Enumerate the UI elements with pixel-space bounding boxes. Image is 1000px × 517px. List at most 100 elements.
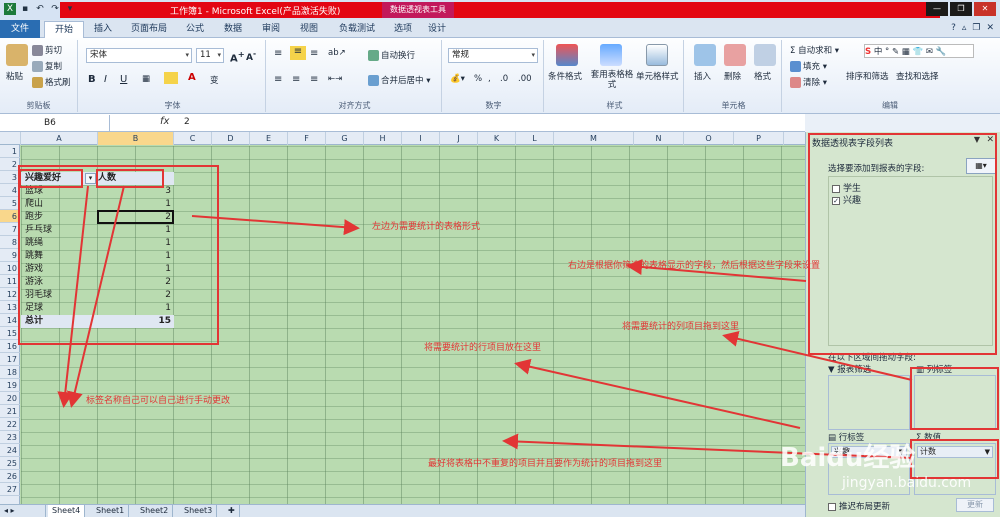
tab-design[interactable]: 设计: [422, 21, 452, 38]
merge-center-button[interactable]: 合并后居中 ▾: [368, 74, 430, 86]
pane-close-icon[interactable]: ✕: [986, 135, 994, 145]
clear-button[interactable]: 清除 ▾: [790, 76, 827, 88]
tab-review[interactable]: 审阅: [254, 21, 288, 38]
row-header[interactable]: 3: [0, 171, 20, 184]
insert-cells-button[interactable]: 插入: [694, 70, 711, 82]
font-name-select[interactable]: 宋体 ▾: [86, 48, 192, 63]
font-color-icon[interactable]: A: [188, 72, 196, 83]
value-field-chip[interactable]: 计数 ▼: [917, 446, 993, 458]
column-header[interactable]: C: [174, 132, 212, 145]
format-painter-button[interactable]: 格式刷: [32, 76, 71, 88]
cell-style-icon[interactable]: [646, 44, 668, 66]
tab-formulas[interactable]: 公式: [178, 21, 212, 38]
pivot-row-item[interactable]: 爬山: [21, 198, 98, 211]
maximize-icon[interactable]: ❐: [950, 2, 972, 16]
decrease-decimal-icon[interactable]: .00: [518, 74, 532, 84]
select-all-corner[interactable]: [0, 132, 21, 145]
column-header[interactable]: P: [734, 132, 784, 145]
row-header[interactable]: 18: [0, 366, 20, 379]
tab-home[interactable]: 开始: [44, 21, 84, 38]
font-size-select[interactable]: 11 ▾: [196, 48, 224, 63]
name-box[interactable]: B6: [0, 115, 110, 131]
tab-insert[interactable]: 插入: [86, 21, 120, 38]
sheet-tab[interactable]: Sheet4: [48, 505, 86, 517]
pivot-row-item[interactable]: 跳舞: [21, 250, 98, 263]
column-header[interactable]: E: [250, 132, 288, 145]
border-icon[interactable]: ▦: [142, 74, 150, 84]
pivot-filter-dropdown-icon[interactable]: ▾: [85, 173, 96, 184]
pivot-row-value[interactable]: 1: [98, 237, 174, 250]
row-header[interactable]: 26: [0, 470, 20, 483]
phonetic-icon[interactable]: 变: [210, 74, 219, 86]
tab-options[interactable]: 选项: [388, 21, 418, 38]
pivot-row-item[interactable]: 游泳: [21, 276, 98, 289]
column-header[interactable]: O: [684, 132, 734, 145]
zone-columns[interactable]: [914, 375, 996, 430]
column-header[interactable]: I: [402, 132, 440, 145]
ribbon-minimize-icon[interactable]: ▵: [962, 23, 967, 33]
orientation-icon[interactable]: ab↗: [328, 48, 346, 58]
format-cells-button[interactable]: 格式: [754, 70, 771, 82]
pivot-grand-total-value[interactable]: 15: [98, 315, 174, 328]
row-header[interactable]: 23: [0, 431, 20, 444]
column-header[interactable]: B: [98, 132, 174, 145]
workbook-close-icon[interactable]: ✕: [986, 23, 994, 33]
increase-decimal-icon[interactable]: .0: [500, 74, 508, 84]
align-top-icon[interactable]: ≡: [274, 48, 282, 59]
column-header[interactable]: H: [364, 132, 402, 145]
sogou-input-toolbar[interactable]: S 中 ° ✎ ▦ 👕 ✉ 🔧: [864, 44, 974, 58]
row-header[interactable]: 15: [0, 327, 20, 340]
checkbox-icon[interactable]: [832, 184, 840, 193]
column-header[interactable]: D: [212, 132, 250, 145]
column-header[interactable]: Q: [784, 132, 805, 145]
redo-icon[interactable]: ↷: [49, 3, 61, 15]
format-cells-icon[interactable]: [754, 44, 776, 66]
row-header[interactable]: 10: [0, 262, 20, 275]
pivot-row-item[interactable]: 游戏: [21, 263, 98, 276]
restore-icon[interactable]: ❐: [972, 23, 980, 33]
number-format-select[interactable]: 常规 ▾: [448, 48, 538, 63]
row-header[interactable]: 12: [0, 288, 20, 301]
pivot-row-value[interactable]: 2: [98, 276, 174, 289]
row-header[interactable]: 4: [0, 184, 20, 197]
tab-file[interactable]: 文件: [0, 20, 40, 38]
delete-cells-button[interactable]: 删除: [724, 70, 741, 82]
column-header[interactable]: G: [326, 132, 364, 145]
row-header[interactable]: 5: [0, 197, 20, 210]
conditional-format-button[interactable]: 条件格式: [548, 70, 582, 82]
help-icon[interactable]: ?: [951, 23, 956, 33]
checkbox-icon[interactable]: [828, 502, 836, 511]
fill-button[interactable]: 填充 ▾: [790, 60, 827, 72]
row-header[interactable]: 7: [0, 223, 20, 236]
cut-button[interactable]: 剪切: [32, 44, 62, 56]
insert-cells-icon[interactable]: [694, 44, 716, 66]
layout-options-button[interactable]: ▦▾: [966, 158, 996, 174]
row-header[interactable]: 14: [0, 314, 20, 327]
pivot-value-header[interactable]: 人数: [98, 172, 174, 185]
row-header[interactable]: 16: [0, 340, 20, 353]
zone-filter[interactable]: [828, 375, 910, 430]
sheet-tab[interactable]: Sheet2: [136, 505, 174, 517]
customize-dropdown-icon[interactable]: ▾: [64, 3, 76, 15]
formula-input[interactable]: 2: [184, 117, 190, 127]
sheet-tab[interactable]: Sheet3: [180, 505, 218, 517]
close-icon[interactable]: ✕: [974, 2, 996, 16]
find-select-button[interactable]: 查找和选择: [896, 70, 939, 82]
tab-page-layout[interactable]: 页面布局: [122, 21, 176, 38]
shrink-font-button[interactable]: A-: [246, 49, 256, 63]
pivot-row-value[interactable]: 1: [98, 302, 174, 315]
table-format-icon[interactable]: [600, 44, 622, 66]
row-header[interactable]: 2: [0, 158, 20, 171]
update-button[interactable]: 更新: [956, 498, 994, 512]
column-header[interactable]: A: [21, 132, 98, 145]
align-right-icon[interactable]: ≡: [310, 74, 318, 85]
pivot-row-item[interactable]: 跳绳: [21, 237, 98, 250]
excel-logo-icon[interactable]: X: [4, 3, 16, 15]
sort-filter-button[interactable]: 排序和筛选: [846, 70, 889, 82]
autosum-button[interactable]: Σ 自动求和 ▾: [790, 44, 839, 56]
column-header[interactable]: M: [554, 132, 634, 145]
pivot-row-value[interactable]: 1: [98, 224, 174, 237]
new-sheet-icon[interactable]: ✚: [224, 505, 240, 517]
row-header[interactable]: 11: [0, 275, 20, 288]
pivot-row-value[interactable]: 3: [98, 185, 174, 198]
